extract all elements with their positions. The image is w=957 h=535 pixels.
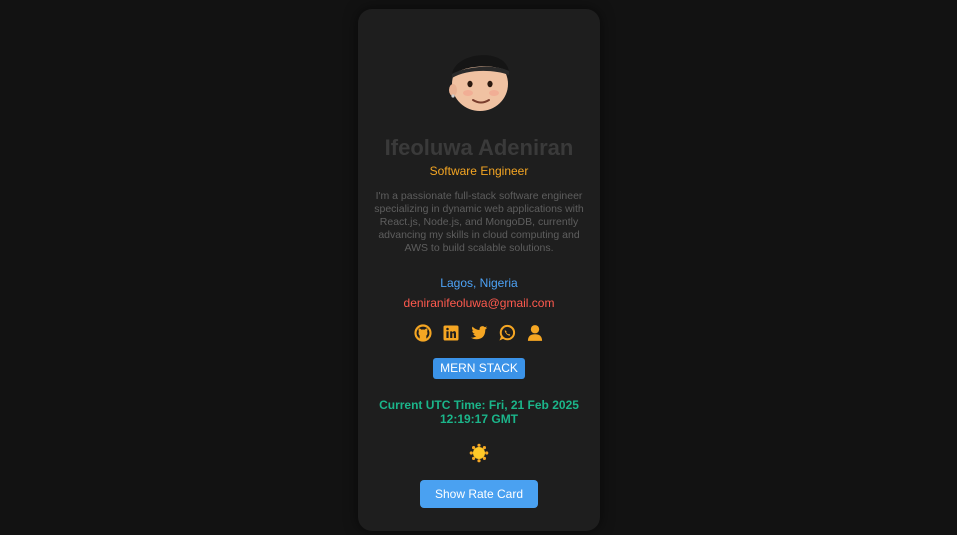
show-rate-card-button[interactable]: Show Rate Card (420, 480, 538, 508)
sun-icon[interactable] (469, 443, 489, 463)
profile-location: Lagos, Nigeria (440, 276, 518, 290)
profile-bio: I'm a passionate full-stack software eng… (374, 190, 584, 254)
utc-time: Current UTC Time: Fri, 21 Feb 2025 12:19… (358, 398, 600, 426)
user-icon[interactable] (525, 323, 545, 343)
profile-name: Ifeoluwa Adeniran (384, 135, 574, 160)
stack-badge: MERN STACK (433, 358, 525, 379)
whatsapp-icon[interactable] (497, 323, 517, 343)
linkedin-icon[interactable] (441, 323, 461, 343)
profile-title: Software Engineer (429, 164, 529, 178)
avatar (449, 55, 509, 111)
profile-card: Ifeoluwa Adeniran Software Engineer I'm … (358, 9, 600, 531)
github-icon[interactable] (413, 323, 433, 343)
social-links (358, 323, 600, 343)
utc-time-line2: 12:19:17 GMT (439, 412, 519, 426)
twitter-icon[interactable] (469, 323, 489, 343)
profile-email[interactable]: deniranifeoluwa@gmail.com (358, 296, 600, 310)
utc-time-line1: Current UTC Time: Fri, 21 Feb 2025 (379, 398, 579, 412)
